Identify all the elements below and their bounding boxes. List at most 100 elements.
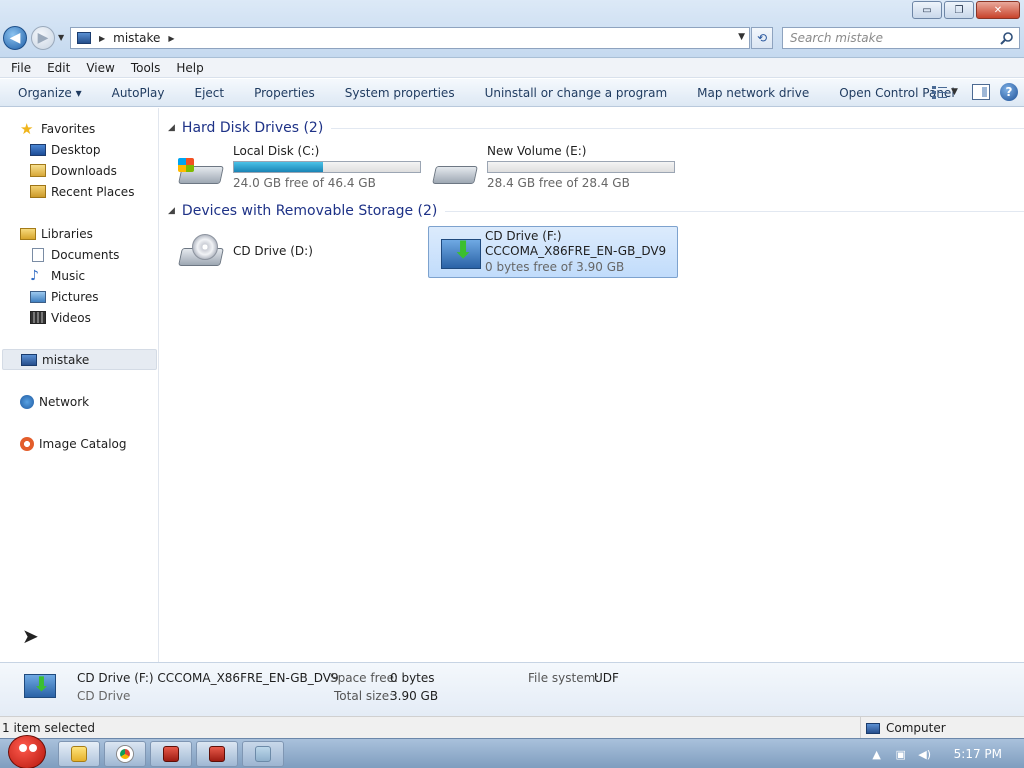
refresh-button[interactable]: ⟲ — [751, 27, 773, 49]
back-button[interactable]: ◀ — [3, 26, 27, 50]
search-placeholder: Search mistake — [790, 31, 883, 45]
eject-button[interactable]: Eject — [180, 86, 240, 100]
change-view-button[interactable]: ▼ — [932, 83, 962, 101]
drive-new-volume-e[interactable]: New Volume (E:) 28.4 GB free of 28.4 GB — [422, 144, 675, 196]
window-controls: ▭ ❐ ✕ — [912, 1, 1020, 19]
address-bar[interactable]: ▶ mistake ▶ ▼ — [70, 27, 750, 49]
status-location: Computer — [860, 717, 946, 739]
details-title: CD Drive (F:) CCCOMA_X86FRE_EN-GB_DV9 — [77, 671, 339, 685]
help-icon[interactable]: ? — [1000, 83, 1018, 101]
group-header-removable-storage[interactable]: ◢ Devices with Removable Storage (2) — [168, 201, 1024, 221]
menu-view[interactable]: View — [78, 61, 122, 75]
menu-file[interactable]: File — [3, 61, 39, 75]
menu-bar: File Edit View Tools Help — [0, 58, 1024, 78]
properties-button[interactable]: Properties — [239, 86, 330, 100]
maximize-button[interactable]: ❐ — [944, 1, 974, 19]
taskbar-chrome[interactable] — [104, 741, 146, 767]
taskbar-app-1[interactable] — [150, 741, 192, 767]
view-list-icon — [932, 86, 947, 99]
organize-button[interactable]: Organize ▾ — [0, 86, 97, 100]
mouse-cursor-icon: ➤ — [22, 624, 39, 648]
network-globe-icon — [20, 394, 34, 409]
show-hidden-icons-icon[interactable]: ▲ — [870, 747, 884, 761]
space-free-label: Space free: — [330, 671, 399, 685]
sidebar-item-label: mistake — [42, 352, 90, 367]
music-note-icon: ♪ — [30, 267, 39, 284]
sidebar-item-label: Music — [51, 268, 86, 283]
minimize-button[interactable]: ▭ — [912, 1, 942, 19]
taskbar-app-2[interactable] — [196, 741, 238, 767]
sidebar-item-favorites[interactable]: ★ Favorites — [20, 118, 178, 139]
sidebar-item-computer[interactable]: mistake — [2, 349, 157, 370]
sidebar-item-network[interactable]: Network — [20, 391, 178, 412]
details-type: CD Drive — [77, 689, 131, 703]
breadcrumb-computer[interactable]: mistake — [113, 31, 160, 45]
clock[interactable]: 5:17 PM — [954, 747, 1002, 761]
status-bar: 1 item selected Computer — [0, 716, 1024, 739]
sidebar-item-label: Network — [39, 394, 90, 409]
autoplay-button[interactable]: AutoPlay — [97, 86, 180, 100]
view-controls: ▼ ? — [932, 83, 1018, 101]
menu-edit[interactable]: Edit — [39, 61, 78, 75]
network-icon[interactable]: ▣ — [894, 747, 908, 761]
sidebar-item-label: Downloads — [51, 163, 117, 178]
toolbox-icon — [163, 746, 179, 762]
computer-icon — [21, 353, 37, 366]
forward-button[interactable]: ▶ — [31, 26, 55, 50]
space-free-value: 0 bytes — [390, 671, 435, 685]
map-network-drive-button[interactable]: Map network drive — [682, 86, 824, 100]
pictures-icon — [30, 290, 46, 303]
file-system-value: UDF — [594, 671, 619, 685]
toolbox-icon — [209, 746, 225, 762]
drive-local-disk-c[interactable]: Local Disk (C:) 24.0 GB free of 46.4 GB — [168, 144, 421, 196]
uninstall-program-button[interactable]: Uninstall or change a program — [470, 86, 683, 100]
volume-icon[interactable]: ◀) — [918, 747, 932, 761]
group-title: Devices with Removable Storage (2) — [181, 203, 438, 219]
document-icon — [32, 247, 44, 262]
system-properties-button[interactable]: System properties — [330, 86, 470, 100]
taskbar-explorer[interactable] — [58, 741, 100, 767]
group-header-hard-disks[interactable]: ◢ Hard Disk Drives (2) — [168, 118, 1024, 138]
downloads-folder-icon — [30, 164, 46, 177]
taskbar-app-3[interactable] — [242, 741, 284, 767]
star-icon: ★ — [20, 119, 34, 138]
search-icon[interactable] — [1000, 31, 1014, 45]
collapse-triangle-icon[interactable]: ◢ — [168, 206, 175, 216]
address-dropdown-icon[interactable]: ▼ — [738, 32, 745, 42]
recent-pages-dropdown[interactable]: ▼ — [58, 33, 64, 42]
menu-help[interactable]: Help — [168, 61, 211, 75]
windows-logo-icon — [178, 158, 194, 172]
sidebar-item-libraries[interactable]: Libraries — [20, 223, 178, 244]
cd-disc-icon — [192, 234, 218, 260]
drive-usage-bar — [487, 161, 675, 173]
menu-tools[interactable]: Tools — [123, 61, 169, 75]
search-input[interactable]: Search mistake — [782, 27, 1020, 49]
drive-usage-bar — [233, 161, 421, 173]
start-button[interactable] — [2, 735, 50, 768]
drive-free-space: 0 bytes free of 3.90 GB — [485, 260, 625, 274]
image-catalog-icon — [20, 436, 34, 451]
group-divider — [331, 127, 1024, 129]
breadcrumb-separator-icon[interactable]: ▶ — [168, 34, 174, 43]
collapse-triangle-icon[interactable]: ◢ — [168, 123, 175, 133]
drive-cd-f[interactable]: ⬇ CD Drive (F:) CCCOMA_X86FRE_EN-GB_DV9 … — [428, 226, 678, 278]
back-arrow-icon: ◀ — [9, 30, 21, 46]
taskbar: ▲ ▣ ◀) 5:17 PM — [0, 735, 1024, 768]
chevron-down-icon[interactable]: ▼ — [951, 87, 958, 97]
total-size-value: 3.90 GB — [390, 689, 439, 703]
group-divider — [445, 210, 1024, 212]
drive-name: CD Drive (D:) — [233, 244, 313, 258]
green-arrow-icon: ⬇ — [453, 236, 474, 264]
command-bar: Organize ▾ AutoPlay Eject Properties Sys… — [0, 79, 1024, 107]
drive-cd-d[interactable]: CD Drive (D:) — [168, 226, 418, 278]
angry-bird-start-icon — [8, 735, 46, 768]
folder-icon — [71, 746, 87, 762]
preview-pane-icon[interactable] — [972, 84, 990, 100]
close-button[interactable]: ✕ — [976, 1, 1020, 19]
breadcrumb-separator-icon[interactable]: ▶ — [99, 34, 105, 43]
selection-status: 1 item selected — [2, 720, 96, 735]
download-drive-icon: ⬇ — [24, 671, 58, 701]
sidebar-item-image-catalog[interactable]: Image Catalog — [20, 433, 178, 454]
drive-name: New Volume (E:) — [487, 144, 587, 158]
refresh-icon: ⟲ — [756, 31, 768, 45]
